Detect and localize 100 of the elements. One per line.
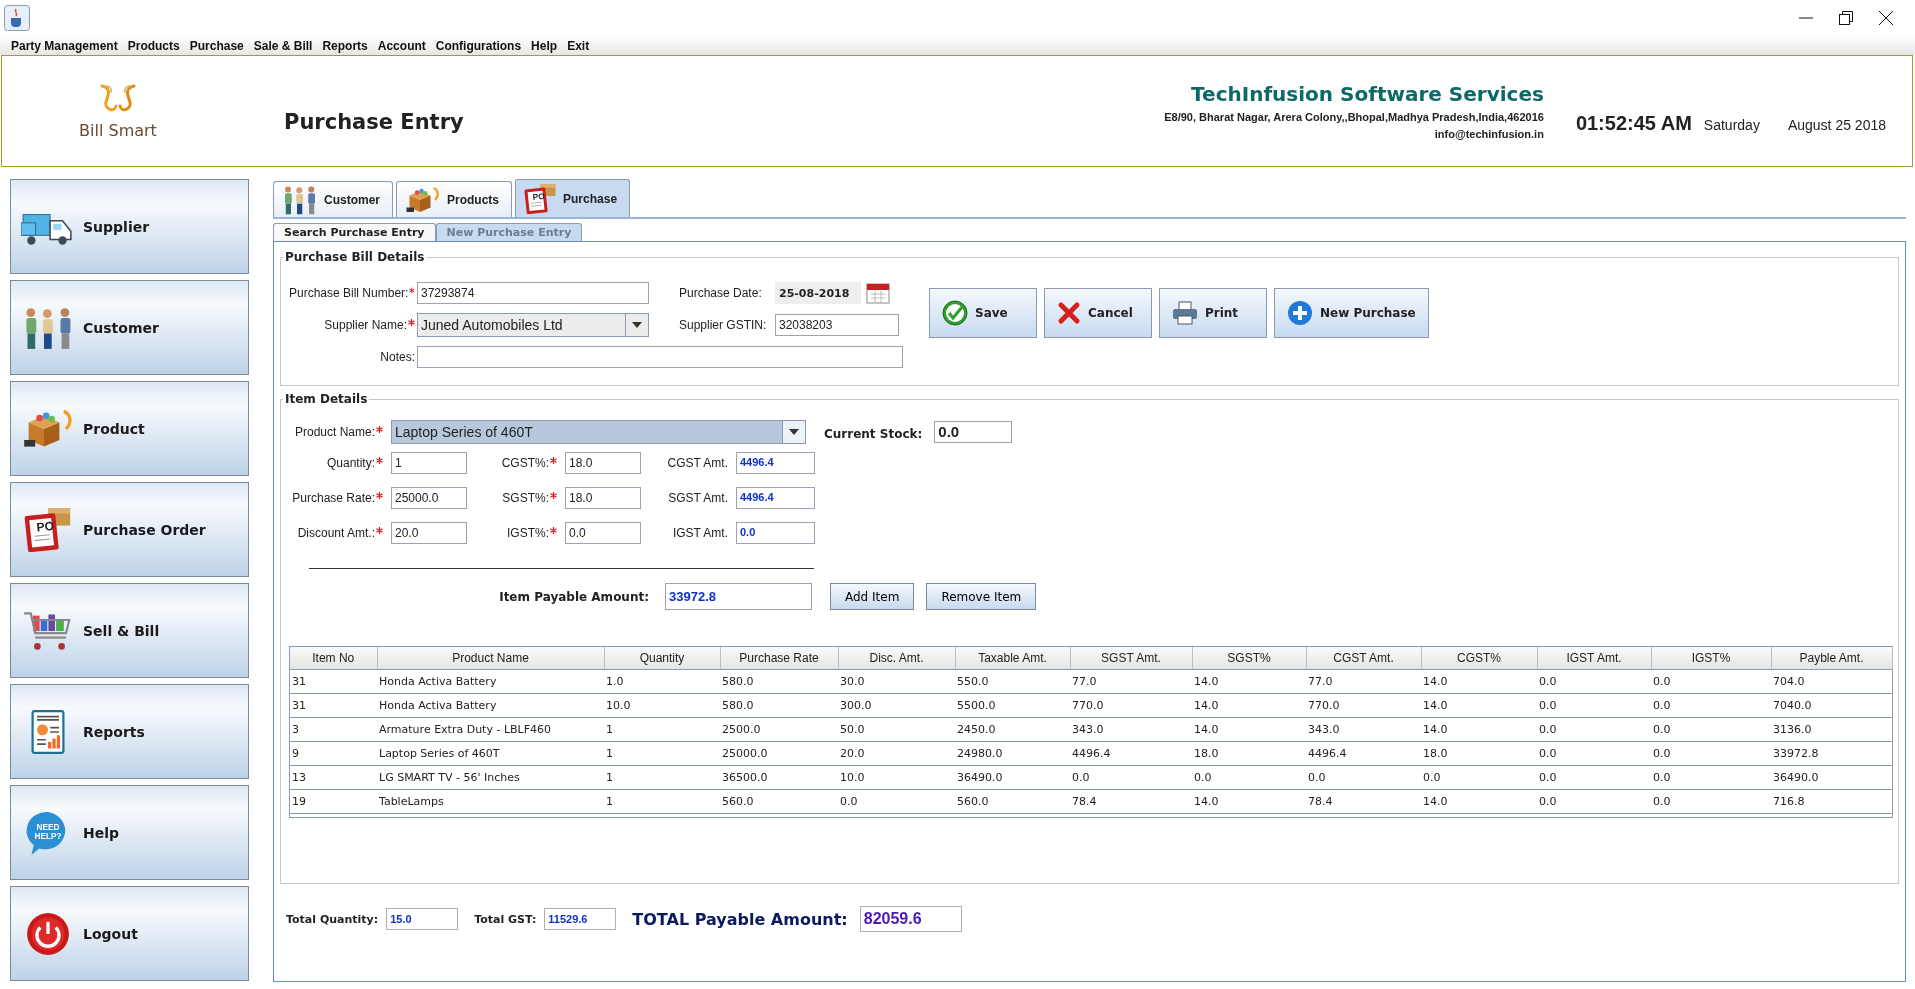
people-icon (282, 184, 318, 215)
maximize-icon[interactable] (1839, 11, 1853, 25)
table-cell: 0.0 (838, 789, 955, 814)
column-header[interactable]: CGST% (1421, 647, 1537, 670)
sub-tab[interactable]: Search Purchase Entry (273, 223, 436, 241)
table-cell: 14.0 (1192, 693, 1306, 718)
table-cell: 0.0 (1537, 789, 1651, 814)
amount-field[interactable]: 4496.4 (736, 487, 815, 509)
input-field[interactable]: 0.0 (565, 522, 641, 544)
page-title: Purchase Entry (284, 110, 464, 134)
action-button[interactable]: Save (929, 288, 1037, 338)
table-cell: 1 (604, 765, 720, 790)
column-header[interactable]: IGST Amt. (1537, 647, 1651, 670)
field-label: SGST%: (502, 491, 549, 505)
column-header[interactable]: Payble Amt. (1771, 647, 1892, 670)
column-header[interactable]: Disc. Amt. (838, 647, 955, 670)
gstin-field[interactable]: 32038203 (775, 314, 899, 336)
input-field[interactable]: 18.0 (565, 452, 641, 474)
field-label: CGST Amt. (667, 456, 728, 470)
column-header[interactable]: Product Name (377, 647, 604, 670)
column-header[interactable]: SGST Amt. (1070, 647, 1192, 670)
supplier-dropdown[interactable]: Juned Automobiles Ltd (417, 313, 649, 337)
menu-item[interactable]: Configurations (430, 38, 527, 53)
table-cell: 4496.4 (1070, 741, 1192, 766)
table-cell: TableLamps (377, 789, 604, 814)
table-cell: 0.0 (1651, 789, 1771, 814)
field-label: IGST Amt. (672, 526, 728, 540)
notes-field[interactable] (417, 346, 903, 368)
column-header[interactable]: CGST Amt. (1306, 647, 1421, 670)
close-icon[interactable] (1879, 11, 1893, 25)
action-button[interactable]: Print (1159, 288, 1267, 338)
table-cell: 0.0 (1537, 717, 1651, 742)
amount-field[interactable]: 0.0 (736, 522, 815, 544)
sidebar-item[interactable]: Sell & Bill (10, 583, 249, 678)
coffee-cup-icon (4, 5, 30, 31)
sidebar-item[interactable]: PO Purchase Order (10, 482, 249, 577)
table-cell: 18.0 (1421, 741, 1537, 766)
table-cell: 1 (604, 717, 720, 742)
column-header[interactable]: Quantity (604, 647, 720, 670)
logo-text: Bill Smart (79, 120, 157, 140)
input-field[interactable]: 18.0 (565, 487, 641, 509)
table-cell: LG SMART TV - 56' Inches (377, 765, 604, 790)
table-cell: 560.0 (720, 789, 838, 814)
stock-field[interactable]: 0.0 (934, 421, 1013, 443)
menu-item[interactable]: Reports (317, 38, 373, 53)
action-button[interactable]: Cancel (1044, 288, 1152, 338)
menu-item[interactable]: Party Management (6, 38, 123, 53)
payable-field[interactable]: 33972.8 (665, 583, 812, 610)
amount-field[interactable]: 4496.4 (736, 452, 815, 474)
table-cell: 0.0 (1421, 765, 1537, 790)
column-header[interactable]: Taxable Amt. (955, 647, 1070, 670)
action-button[interactable]: New Purchase (1274, 288, 1429, 338)
sidebar-item[interactable]: Customer (10, 280, 249, 375)
table-cell: Laptop Series of 460T (377, 741, 604, 766)
menu-item[interactable]: Purchase (184, 38, 249, 53)
input-field[interactable]: 20.0 (391, 522, 467, 544)
section-title: Item Details (284, 392, 369, 406)
total-label: Total Quantity: (286, 912, 379, 926)
table-cell: 19 (290, 789, 377, 814)
menu-item[interactable]: Products (122, 38, 185, 53)
table-cell: 13 (290, 765, 377, 790)
gift-box-icon (405, 184, 441, 215)
table-cell: 704.0 (1771, 669, 1892, 694)
table-cell: 31 (290, 669, 377, 694)
table-cell: Armature Extra Duty - LBLF460 (377, 717, 604, 742)
column-header[interactable]: IGST% (1651, 647, 1771, 670)
menu-item[interactable]: Sale & Bill (248, 38, 318, 53)
table-cell: 770.0 (1070, 693, 1192, 718)
table-cell: 10.0 (838, 765, 955, 790)
field-label: Purchase Bill Number: (289, 286, 409, 300)
menu-item[interactable]: Exit (562, 38, 595, 53)
bill-number-field[interactable]: 37293874 (417, 282, 649, 304)
date-field[interactable]: 25-08-2018 (775, 282, 861, 304)
field-label: Purchase Rate: (292, 491, 375, 505)
menu-item[interactable]: Account (372, 38, 431, 53)
table-cell: 14.0 (1421, 669, 1537, 694)
item-button[interactable]: Add Item (830, 583, 915, 610)
product-dropdown[interactable]: Laptop Series of 460T (391, 420, 806, 444)
tab[interactable]: Customer (273, 181, 393, 217)
sidebar-item[interactable]: Logout (10, 886, 249, 981)
input-field[interactable]: 25000.0 (391, 487, 467, 509)
table-cell: 0.0 (1306, 765, 1421, 790)
item-button[interactable]: Remove Item (926, 583, 1037, 610)
sidebar-item[interactable]: Product (10, 381, 249, 476)
sidebar-item[interactable]: Supplier (10, 179, 249, 274)
tab[interactable]: PO Purchase (515, 179, 631, 217)
total-field: 11529.6 (544, 908, 617, 930)
calendar-icon[interactable] (866, 282, 890, 304)
sidebar-item[interactable]: Reports (10, 684, 249, 779)
table-cell: 78.4 (1070, 789, 1192, 814)
input-field[interactable]: 1 (391, 452, 467, 474)
field-label: IGST%: (507, 526, 549, 540)
tab[interactable]: Products (396, 181, 513, 217)
check-icon (942, 300, 968, 326)
table-cell: 0.0 (1537, 669, 1651, 694)
table-cell: Honda Activa Battery (377, 669, 604, 694)
column-header[interactable]: Item No (290, 647, 377, 670)
column-header[interactable]: Purchase Rate (720, 647, 838, 670)
column-header[interactable]: SGST% (1192, 647, 1306, 670)
menu-item[interactable]: Help (526, 38, 563, 53)
